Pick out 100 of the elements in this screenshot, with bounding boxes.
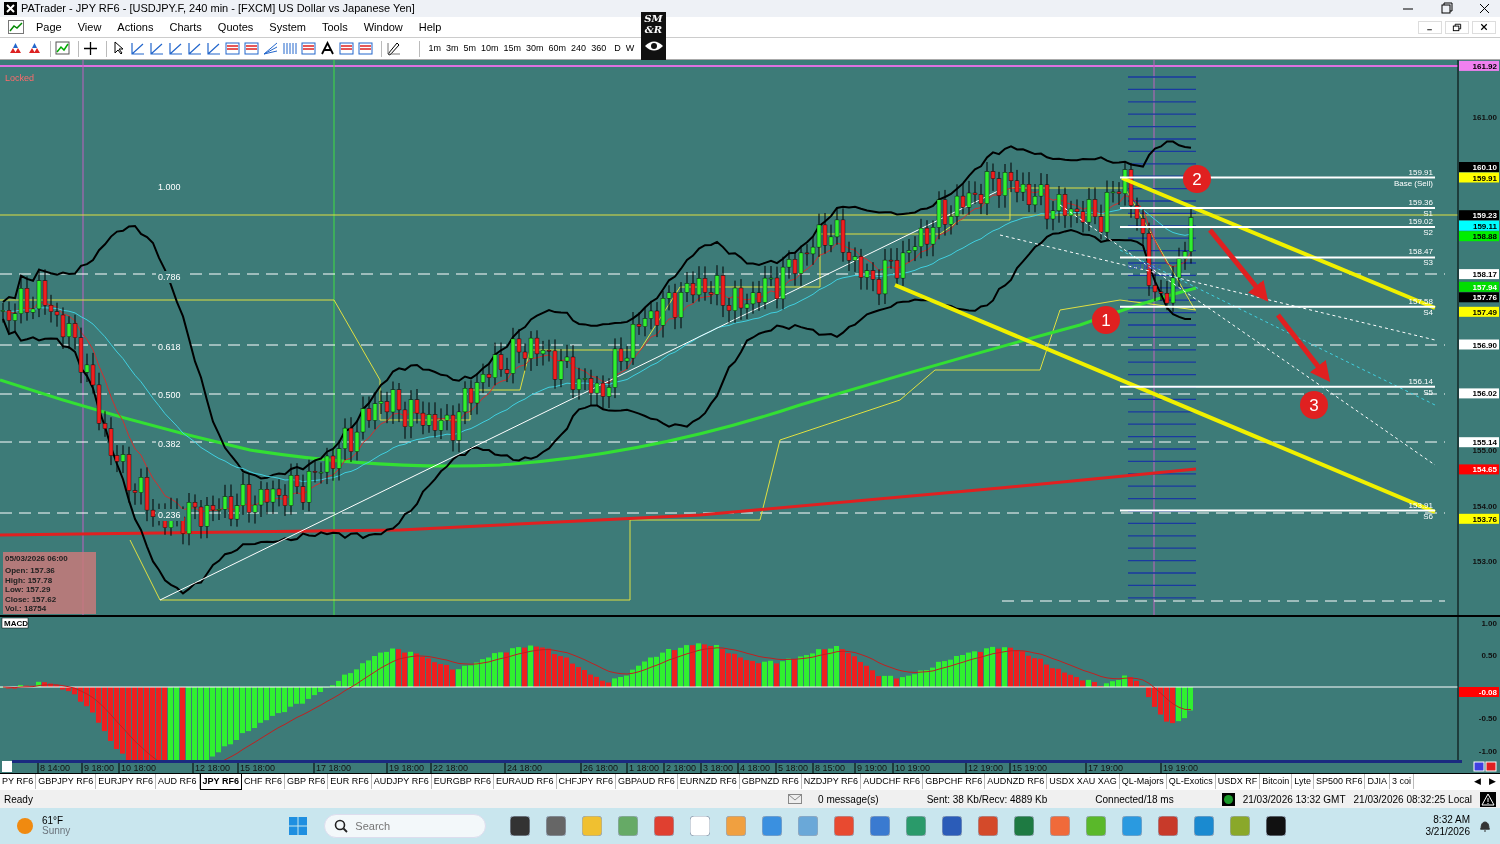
- telegram-icon[interactable]: [1122, 816, 1143, 836]
- zoom-icon[interactable]: [1473, 761, 1485, 772]
- timeframe-button[interactable]: 360: [588, 41, 609, 56]
- search-field[interactable]: Search: [324, 814, 487, 838]
- price-tag: 161.92: [1459, 60, 1499, 71]
- menu-item[interactable]: System: [261, 18, 314, 36]
- sheet-tab[interactable]: AUDCHF RF6: [861, 774, 924, 789]
- line-tool-icon[interactable]: [130, 41, 145, 56]
- line-tool-icon[interactable]: [149, 41, 164, 56]
- sheet-tab[interactable]: QL-Exotics: [1166, 774, 1216, 789]
- timeframe-button[interactable]: 60m: [546, 41, 569, 56]
- timeframe-button[interactable]: 5m: [461, 41, 479, 56]
- sheet-tab[interactable]: SP500 RF6: [1313, 774, 1366, 789]
- level-label: S3: [1423, 258, 1433, 268]
- bell-icon[interactable]: [1478, 819, 1492, 833]
- sheet-tab[interactable]: AUD RF6: [156, 774, 200, 789]
- menu-item[interactable]: View: [69, 18, 110, 36]
- pane-label: MACD: [1, 617, 29, 629]
- sheet-tab[interactable]: QL-Majors: [1119, 774, 1167, 789]
- fan-icon[interactable]: [263, 41, 278, 56]
- sheet-tab[interactable]: USDX RF: [1215, 774, 1261, 789]
- sheet-tab[interactable]: PY RF6: [0, 774, 37, 789]
- triangles-icon[interactable]: [27, 41, 42, 56]
- indicator-icon[interactable]: [55, 41, 70, 56]
- menu-item[interactable]: Quotes: [209, 18, 262, 36]
- crosshair-icon[interactable]: [83, 41, 98, 56]
- excel-icon[interactable]: [1014, 816, 1035, 836]
- windows-start-icon[interactable]: [288, 816, 309, 836]
- number-marker: 3: [1300, 391, 1328, 419]
- channel-icon[interactable]: [301, 41, 316, 56]
- sheet-tab[interactable]: CHFJPY RF6: [556, 774, 616, 789]
- chart-app-icon[interactable]: [690, 816, 711, 836]
- sheet-tab[interactable]: EURJPY RF6: [96, 774, 157, 789]
- sheet-tab[interactable]: USDX XAU XAG: [1047, 774, 1120, 789]
- sheet-tab[interactable]: GBPJPY RF6: [36, 774, 97, 789]
- channel-icon[interactable]: [358, 41, 373, 56]
- menu-item[interactable]: Actions: [109, 18, 162, 36]
- time-label: 3 18:00: [703, 763, 734, 773]
- sheet-tab[interactable]: GBP RF6: [284, 774, 329, 789]
- word-icon[interactable]: [942, 816, 963, 836]
- axis-label: 155.00: [1472, 446, 1497, 455]
- notepad-icon[interactable]: [762, 816, 783, 836]
- channel-icon[interactable]: [339, 41, 354, 56]
- menu-item[interactable]: Help: [410, 18, 450, 36]
- price-tag: 154.65: [1459, 464, 1499, 475]
- app-icon[interactable]: [1266, 816, 1287, 836]
- sheet-tab[interactable]: EURGBP RF6: [431, 774, 495, 789]
- clock-time: 8:32 AM: [1432, 813, 1470, 826]
- menu-item[interactable]: Tools: [314, 18, 356, 36]
- sheet-tab[interactable]: GBPNZD RF6: [739, 774, 802, 789]
- text-tool-icon[interactable]: [320, 41, 335, 56]
- calculator-icon[interactable]: [546, 816, 567, 836]
- timeframe-button[interactable]: W: [623, 41, 637, 56]
- line-tool-icon[interactable]: [206, 41, 221, 56]
- desktop-icon[interactable]: [510, 816, 531, 836]
- timeframe-button[interactable]: 1m: [426, 41, 444, 56]
- menu-item[interactable]: Charts: [161, 18, 210, 36]
- pen-icon[interactable]: [386, 41, 401, 56]
- sheet-tab[interactable]: CHF RF6: [241, 774, 285, 789]
- sheet-tab[interactable]: AUDNZD RF6: [985, 774, 1048, 789]
- sheet-tab[interactable]: GBPCHF RF6: [923, 774, 986, 789]
- lock-label: Locked: [5, 73, 35, 83]
- timeframe-button[interactable]: 3m: [443, 41, 462, 56]
- timeframe-button[interactable]: 10m: [478, 41, 502, 56]
- channel-icon[interactable]: [225, 41, 240, 56]
- sheet-tab[interactable]: EUR RF6: [328, 774, 372, 789]
- sheet-tab[interactable]: EURNZD RF6: [677, 774, 740, 789]
- timeframe-button[interactable]: 240: [568, 41, 589, 56]
- timeframe-button[interactable]: 30m: [523, 41, 547, 56]
- browser-icon[interactable]: [654, 816, 675, 836]
- sheet-tab[interactable]: 3 coi: [1390, 774, 1414, 789]
- sheet-tab[interactable]: DJIA: [1365, 774, 1390, 789]
- search-icon: [334, 819, 349, 833]
- line-tool-icon[interactable]: [168, 41, 183, 56]
- price-tag: 157.76: [1459, 292, 1499, 303]
- sheet-tab[interactable]: JPY RF6: [199, 774, 242, 790]
- info-value: Open: 157.36: [5, 566, 55, 575]
- temperature-text: 61°F: [42, 816, 65, 826]
- bars-icon[interactable]: [282, 41, 297, 56]
- timeframe-button[interactable]: 15m: [501, 41, 524, 56]
- logo: SM &R: [641, 12, 666, 60]
- line-tool-icon[interactable]: [187, 41, 202, 56]
- sheet-tab[interactable]: AUDJPY RF6: [371, 774, 432, 789]
- timeframe-button[interactable]: D: [611, 41, 624, 56]
- time-label: 24 18:00: [507, 763, 543, 773]
- sheet-tab[interactable]: EURAUD RF6: [494, 774, 557, 789]
- image-icon[interactable]: [798, 816, 819, 836]
- fib-label: 0.382: [158, 439, 181, 449]
- info-value: Vol.: 18754: [5, 604, 47, 613]
- collapse-icon[interactable]: [1485, 761, 1497, 772]
- sheet-tab[interactable]: Lyte: [1292, 774, 1314, 789]
- time-label: 2 18:00: [666, 763, 697, 773]
- cursor-icon[interactable]: [111, 41, 126, 56]
- sheet-tab[interactable]: NZDJPY RF6: [801, 774, 862, 789]
- triangles-icon[interactable]: [8, 41, 23, 56]
- menu-item[interactable]: Page: [28, 18, 70, 36]
- menu-item[interactable]: Window: [355, 18, 411, 36]
- sheet-tab[interactable]: Bitcoin: [1260, 774, 1293, 789]
- sheet-tab[interactable]: GBPAUD RF6: [615, 774, 678, 789]
- channel-icon[interactable]: [244, 41, 259, 56]
